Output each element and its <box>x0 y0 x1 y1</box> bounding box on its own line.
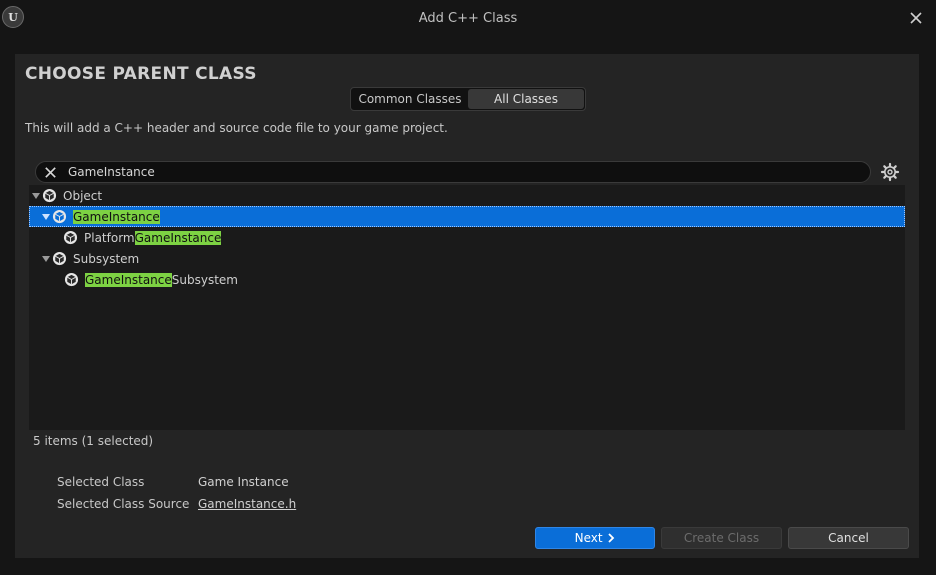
tree-row-object[interactable]: Object <box>29 185 905 206</box>
class-tabs: Common Classes All Classes <box>350 87 586 111</box>
class-cube-icon <box>64 272 79 287</box>
selected-class-label: Selected Class <box>57 475 145 489</box>
class-cube-icon <box>52 209 67 224</box>
description-text: This will add a C++ header and source co… <box>25 121 448 135</box>
selected-source-label: Selected Class Source <box>57 497 190 511</box>
gear-icon[interactable] <box>880 162 900 182</box>
tab-all-classes[interactable]: All Classes <box>468 89 584 109</box>
expand-arrow-icon[interactable] <box>41 254 51 264</box>
dialog-panel: CHOOSE PARENT CLASS Common Classes All C… <box>15 54 919 558</box>
selected-class-value: Game Instance <box>198 475 289 489</box>
tree-row-label: GameInstance <box>73 209 160 224</box>
cancel-button[interactable]: Cancel <box>788 527 909 549</box>
next-button-label: Next <box>574 531 603 545</box>
tree-row-label: Object <box>63 188 103 203</box>
tree-row-label: GameInstanceSubsystem <box>85 272 238 287</box>
close-icon[interactable] <box>908 10 924 26</box>
tree-row-label: PlatformGameInstance <box>84 230 222 245</box>
search-box <box>35 161 871 183</box>
page-title: CHOOSE PARENT CLASS <box>25 64 257 84</box>
search-input[interactable] <box>68 162 858 182</box>
expand-arrow-icon[interactable] <box>41 212 51 222</box>
tree-row-subsystem[interactable]: Subsystem <box>29 248 905 269</box>
class-tree: Object GameInstance PlatformGameInstance <box>29 185 905 430</box>
clear-search-icon[interactable] <box>43 165 58 180</box>
class-cube-icon <box>42 188 57 203</box>
class-cube-icon <box>52 251 67 266</box>
window-title: Add C++ Class <box>418 11 518 26</box>
tree-row-label: Subsystem <box>73 251 140 266</box>
class-cube-icon <box>63 230 78 245</box>
create-class-button[interactable]: Create Class <box>661 527 782 549</box>
tree-row-gameinstance[interactable]: GameInstance <box>29 206 905 227</box>
next-button[interactable]: Next <box>535 527 655 549</box>
tree-row-gameinstancesubsystem[interactable]: GameInstanceSubsystem <box>29 269 905 290</box>
tab-common-classes[interactable]: Common Classes <box>352 89 468 109</box>
selected-source-link[interactable]: GameInstance.h <box>198 497 296 511</box>
chevron-right-icon <box>608 533 615 543</box>
tree-row-platformgameinstance[interactable]: PlatformGameInstance <box>29 227 905 248</box>
title-bar: U Add C++ Class <box>0 0 936 38</box>
item-count: 5 items (1 selected) <box>33 434 154 448</box>
expand-arrow-icon[interactable] <box>31 191 41 201</box>
